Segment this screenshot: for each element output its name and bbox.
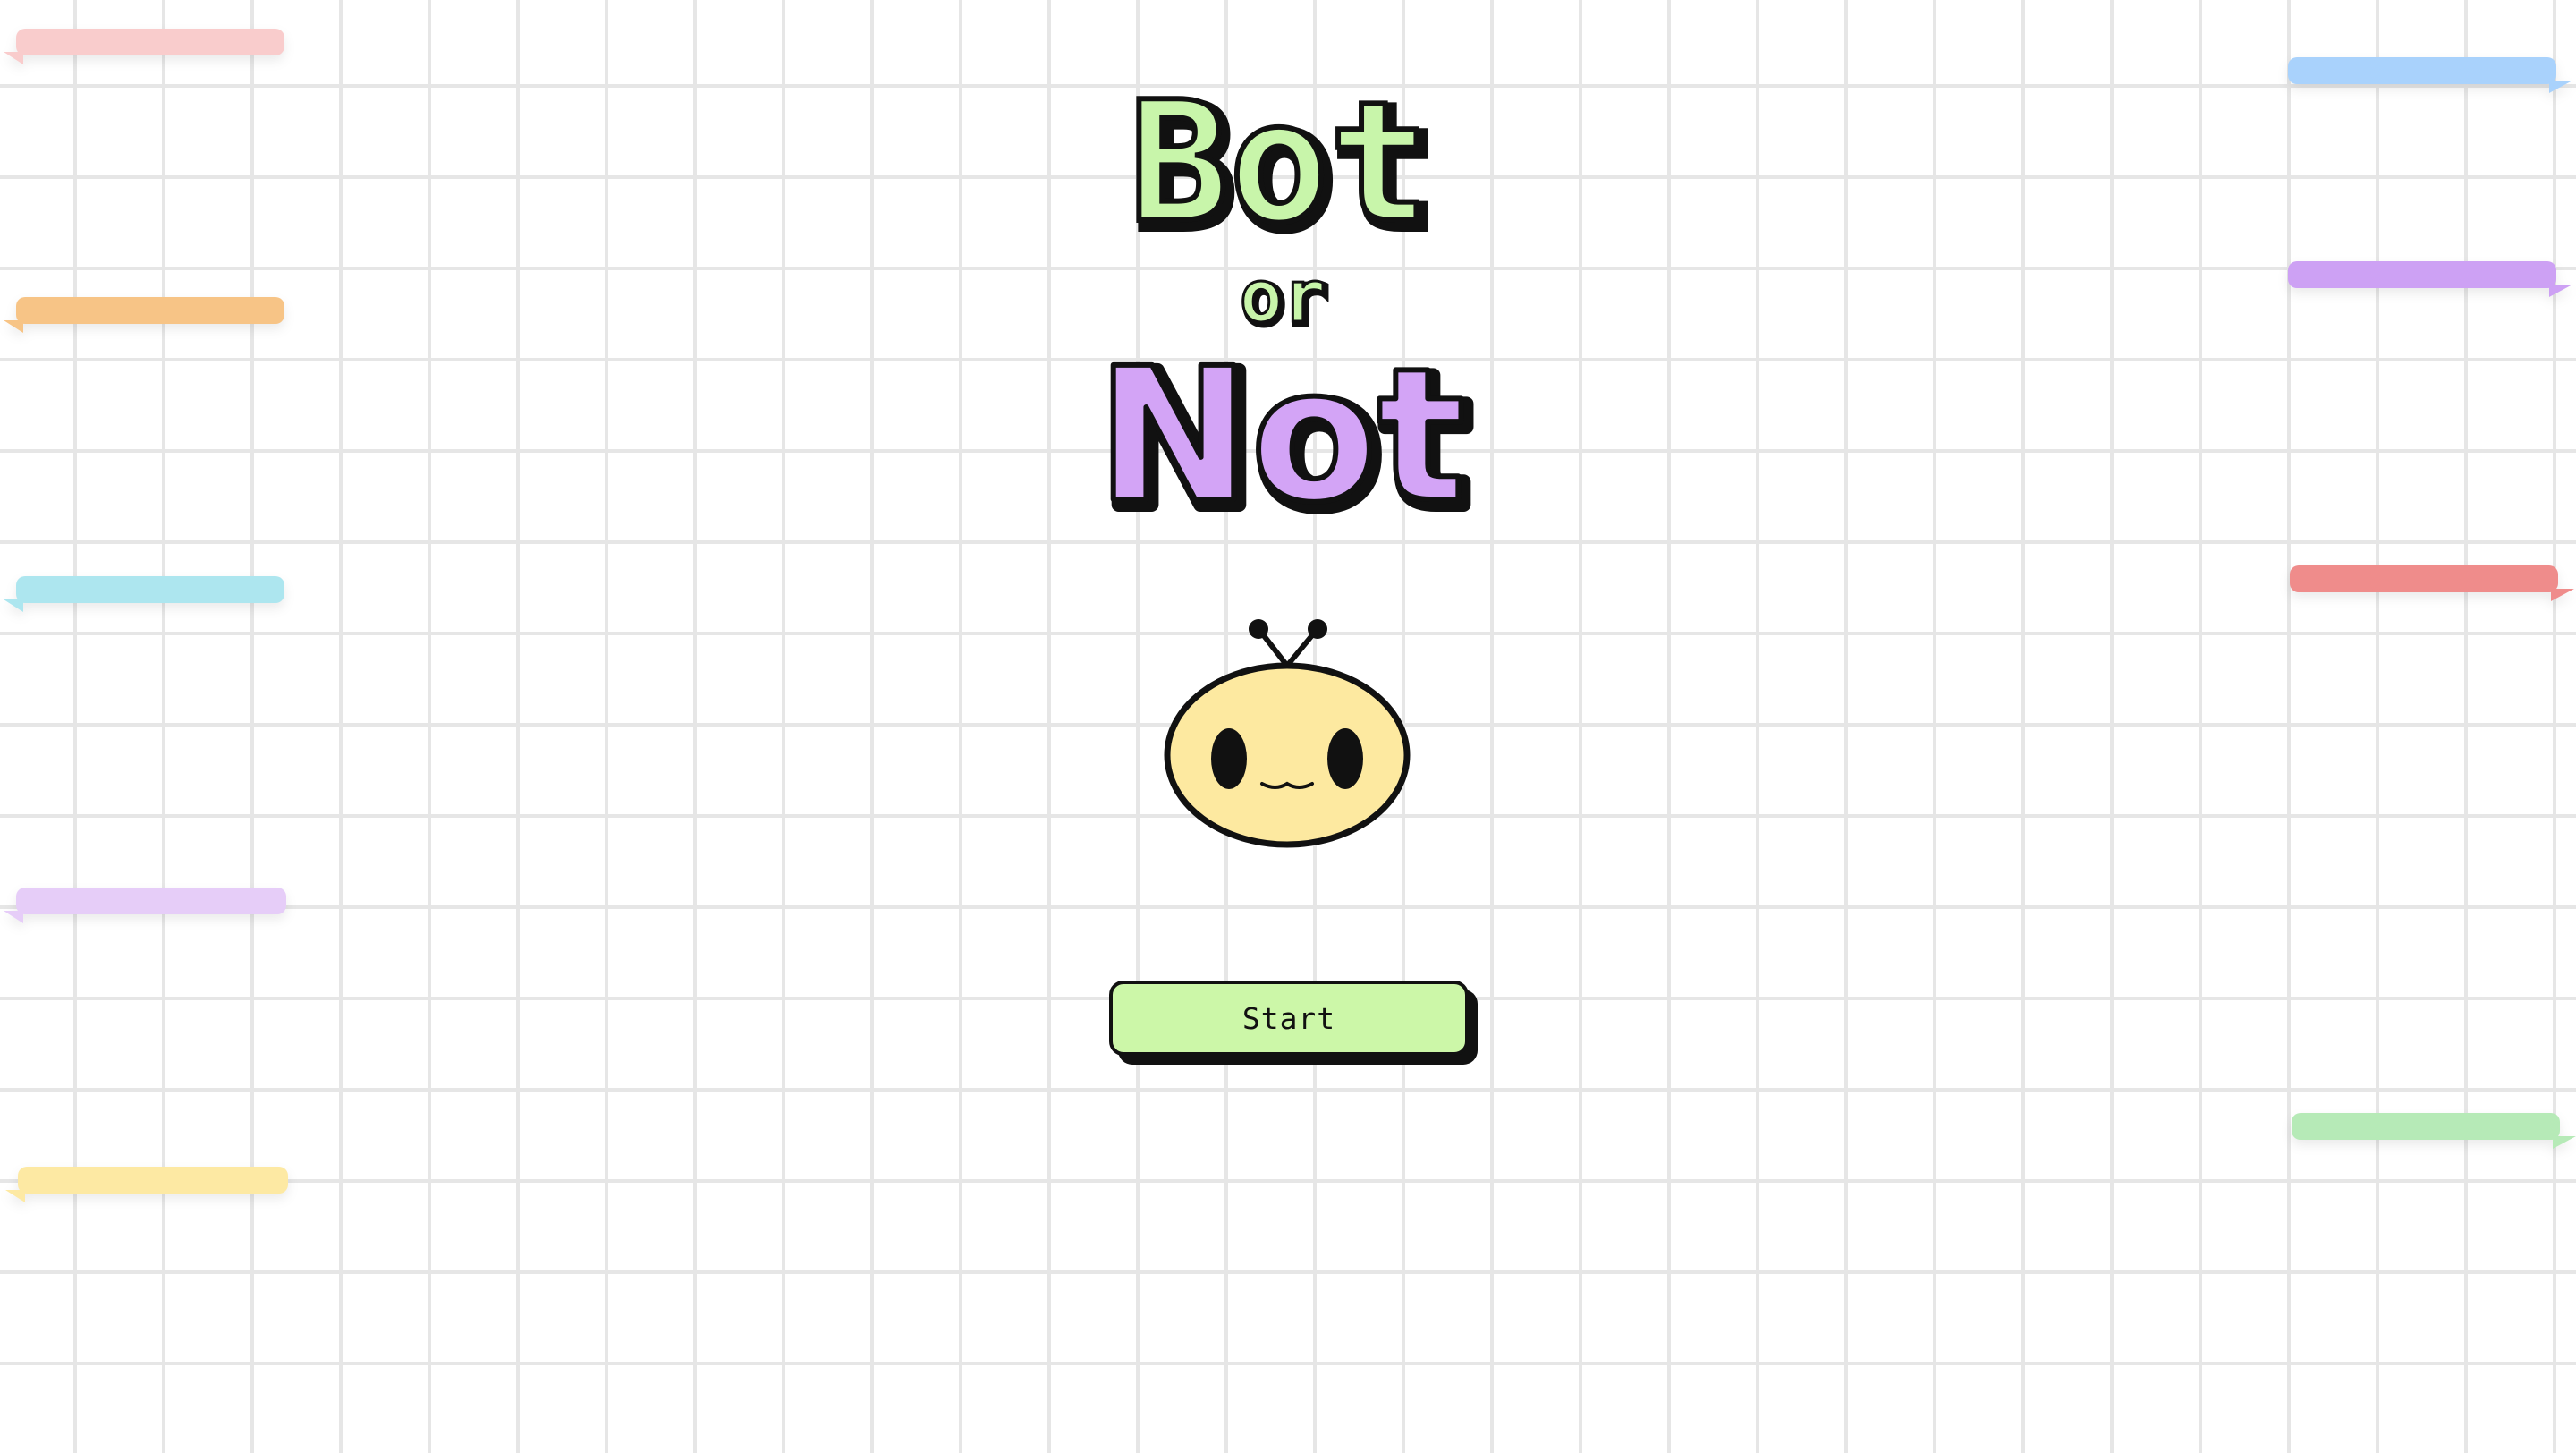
decorative-bubble-right-3 (2290, 565, 2574, 601)
decorative-bubble-left-1 (4, 29, 284, 64)
title-word-or-text: or (1240, 255, 1326, 338)
title-word-not: Not Not (1094, 326, 1478, 556)
mascot-face (1164, 662, 1411, 848)
decorative-bubble-left-5 (5, 1167, 288, 1202)
game-title: Bot Bot or or Not Not (1020, 63, 1556, 556)
start-button[interactable]: Start (1109, 981, 1469, 1056)
decorative-bubble-right-1 (2288, 57, 2572, 93)
mascot-eye-right (1327, 728, 1363, 789)
decorative-bubble-left-2 (4, 297, 284, 333)
title-word-bot-text: Bot (1129, 72, 1429, 259)
game-start-screen: Bot Bot or or Not Not Start (0, 0, 2576, 1453)
mascot-eye-left (1211, 728, 1247, 789)
decorative-bubble-right-4 (2292, 1113, 2576, 1149)
decorative-bubble-left-4 (4, 888, 286, 923)
antenna-left-ball (1249, 619, 1268, 639)
game-title-graphic: Bot Bot or or Not Not (1094, 63, 1478, 556)
title-word-bot: Bot Bot (1126, 63, 1441, 271)
antenna-right-ball (1308, 619, 1327, 639)
decorative-bubble-right-2 (2288, 261, 2572, 297)
bot-mascot-icon (1164, 619, 1411, 848)
title-word-not-text: Not (1097, 328, 1465, 537)
decorative-bubble-left-3 (4, 576, 284, 612)
